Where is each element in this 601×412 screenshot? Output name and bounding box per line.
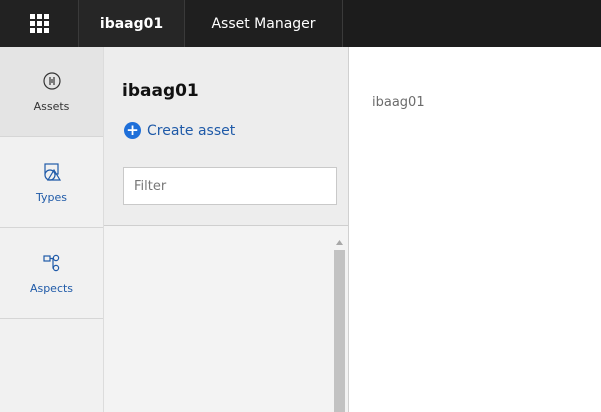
asset-tree[interactable] bbox=[104, 226, 348, 412]
create-asset-button[interactable]: + Create asset bbox=[124, 122, 235, 139]
scroll-up-arrow-icon[interactable] bbox=[333, 236, 346, 248]
app-launcher-button[interactable] bbox=[0, 0, 79, 47]
nav-item-types[interactable]: Types bbox=[0, 138, 103, 228]
tenant-name[interactable]: ibaag01 bbox=[79, 0, 185, 47]
panel-title: ibaag01 bbox=[122, 81, 199, 101]
aspects-icon bbox=[42, 254, 59, 272]
app-name[interactable]: Asset Manager bbox=[185, 0, 343, 47]
types-icon bbox=[43, 163, 61, 181]
nav-item-assets[interactable]: Assets bbox=[0, 47, 103, 137]
create-asset-label: Create asset bbox=[147, 122, 236, 139]
assets-icon bbox=[42, 72, 61, 90]
nav-label-aspects: Aspects bbox=[29, 282, 74, 295]
scrollbar-thumb[interactable] bbox=[334, 250, 345, 412]
asset-panel: ibaag01 + Create asset bbox=[104, 47, 349, 412]
selected-asset-name: ibaag01 bbox=[372, 95, 425, 110]
filter-input[interactable] bbox=[123, 167, 337, 205]
nav-item-aspects[interactable]: Aspects bbox=[0, 229, 103, 319]
nav-label-assets: Assets bbox=[33, 100, 70, 113]
grid-icon bbox=[29, 14, 49, 33]
top-bar: ibaag01 Asset Manager bbox=[0, 0, 601, 47]
side-nav: Assets Types Aspects bbox=[0, 47, 104, 412]
plus-circle-icon: + bbox=[124, 122, 141, 139]
nav-label-types: Types bbox=[36, 191, 67, 204]
